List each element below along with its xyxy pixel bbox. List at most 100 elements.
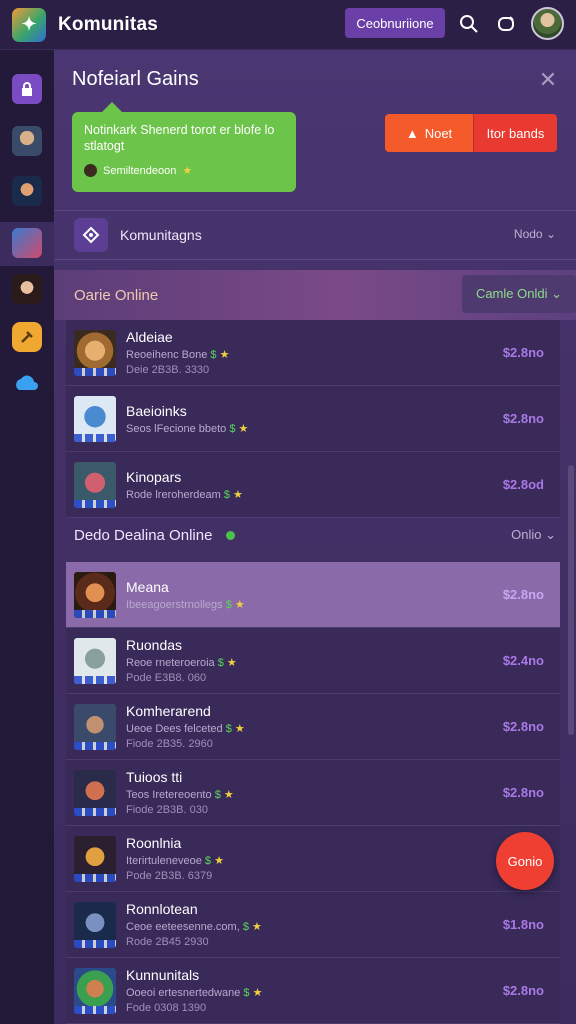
section-title: Dedo Dealina Online: [74, 526, 213, 544]
diamond-icon: [74, 218, 108, 252]
game-subtitle-text: Ibeeagoerstrnollegs: [126, 598, 223, 611]
next-button[interactable]: ▲ Noet: [385, 114, 473, 152]
game-thumbnail: [74, 769, 116, 816]
game-name: Kinopars: [126, 468, 182, 485]
game-meta: Fiode 2B35. 2960: [126, 738, 213, 750]
section-filter-dropdown[interactable]: Onlio ⌄: [511, 527, 556, 543]
game-row-text: Kunnunitals Ooeoi ertesnertedwane $ ★ Fo…: [126, 967, 262, 1014]
section-header-online-2[interactable]: Dedo Dealina Online Onlio ⌄: [54, 510, 576, 560]
chat-icon[interactable]: [494, 12, 518, 36]
user-avatar[interactable]: [531, 7, 564, 40]
game-row-text: Ruondas Reoe rneteroeroia $ ★ Pode E3B8.…: [126, 637, 237, 684]
game-avatar-3-icon[interactable]: [12, 228, 42, 258]
game-row[interactable]: Kunnunitals Ooeoi ertesnertedwane $ ★ Fo…: [66, 958, 560, 1024]
game-price: $2.8no: [502, 719, 544, 734]
game-meta: Fode 0308 1390: [126, 1002, 207, 1014]
lock-icon[interactable]: [12, 74, 42, 104]
game-subtitle: Seos lFecione bbeto $ ★: [126, 422, 248, 435]
game-avatar-1-icon[interactable]: [12, 126, 42, 156]
badge-icon: $: [210, 349, 217, 361]
game-row[interactable]: Komherarend Ueoe Dees felceted $ ★ Fiode…: [66, 694, 560, 760]
game-subtitle: Ceoe eeteesenne.com, $ ★: [126, 920, 262, 933]
community-row[interactable]: Komunitagns Nodo ⌄: [54, 210, 576, 260]
cloud-icon[interactable]: [12, 368, 42, 398]
game-thumbnail: [74, 571, 116, 618]
game-subtitle-text: Seos lFecione bbeto: [126, 422, 227, 435]
close-icon[interactable]: ✕: [538, 69, 558, 91]
search-icon[interactable]: [457, 12, 481, 36]
panel-title: Nofeiarl Gains: [72, 68, 199, 90]
app-title: Komunitas: [58, 13, 158, 35]
chevron-down-icon: ⌄: [551, 286, 562, 301]
game-row[interactable]: Tuioos tti Teos Iretereoento $ ★ Fiode 2…: [66, 760, 560, 826]
flame-icon: ▲: [405, 125, 419, 141]
game-name: Komherarend: [126, 703, 211, 719]
section-filter-dropdown[interactable]: Camle Onldi ⌄: [461, 275, 576, 313]
game-thumbnail: [74, 461, 116, 508]
game-subtitle: Ooeoi ertesnertedwane $ ★: [126, 986, 262, 999]
game-list-1: Aldeiae Reoeihenc Bone $ ★ Deie 2B3B. 33…: [66, 320, 560, 518]
left-rail: [0, 50, 54, 1024]
game-row[interactable]: Ruondas Reoe rneteroeroia $ ★ Pode E3B8.…: [66, 628, 560, 694]
game-thumbnail: [74, 395, 116, 442]
community-dropdown-label: Nodo: [513, 227, 543, 241]
star-icon: ★: [182, 165, 193, 177]
game-avatar-4-icon[interactable]: [12, 274, 42, 304]
game-subtitle: Ueoe Dees felceted $ ★: [126, 722, 245, 735]
game-subtitle: Ibeeagoerstrnollegs $ ★: [126, 598, 245, 611]
game-price: $2.8od: [502, 477, 544, 492]
game-thumbnail: [74, 901, 116, 948]
game-row[interactable]: Baeioinks Seos lFecione bbeto $ ★ $2.8no: [66, 386, 560, 452]
game-price: $1.8no: [502, 917, 544, 932]
game-row[interactable]: Meana Ibeeagoerstrnollegs $ ★ $2.8no: [66, 562, 560, 628]
star-icon: ★: [238, 422, 249, 435]
game-name: Ruondas: [126, 637, 183, 653]
game-meta: Pode E3B8. 060: [126, 672, 207, 684]
game-row-text: Komherarend Ueoe Dees felceted $ ★ Fiode…: [126, 703, 245, 750]
game-row-text: Tuioos tti Teos Iretereoento $ ★ Fiode 2…: [126, 769, 234, 816]
game-avatar-2-icon[interactable]: [12, 176, 42, 206]
star-icon: ★: [214, 855, 224, 867]
top-bar: ✦ Komunitas Ceobnuriione: [0, 0, 576, 50]
game-price: $2.8no: [502, 785, 544, 800]
tooltip-card[interactable]: Notinkark Shenerd torot er blofe lo stla…: [72, 102, 296, 192]
game-subtitle: Reoeihenc Bone $ ★: [126, 348, 229, 361]
game-price: $2.8no: [502, 345, 544, 360]
bands-button[interactable]: Itor bands: [473, 114, 557, 152]
floating-action-button[interactable]: Gonio: [496, 832, 554, 890]
top-action-button[interactable]: Ceobnuriione: [345, 8, 445, 38]
game-row[interactable]: Aldeiae Reoeihenc Bone $ ★ Deie 2B3B. 33…: [66, 320, 560, 386]
notification-panel: Nofeiarl Gains ✕ Notinkark Shenerd torot…: [54, 50, 576, 1024]
badge-icon: $: [217, 657, 224, 669]
game-thumbnail: [74, 835, 116, 882]
game-thumbnail: [74, 329, 116, 376]
game-subtitle: Reoe rneteroeroia $ ★: [126, 656, 237, 669]
game-thumbnail: [74, 637, 116, 684]
badge-icon: $: [223, 488, 230, 501]
badge-icon: $: [229, 422, 236, 435]
game-row[interactable]: Ronnlotean Ceoe eeteesenne.com, $ ★ Rode…: [66, 892, 560, 958]
game-row[interactable]: Roonlnia Iterirtuleneveoe $ ★ Pode 2B3B.…: [66, 826, 560, 892]
badge-icon: $: [242, 921, 249, 933]
game-name: Baeioinks: [126, 402, 187, 419]
game-row-text: Baeioinks Seos lFecione bbeto $ ★: [126, 403, 248, 435]
game-subtitle-text: Ooeoi ertesnertedwane: [126, 987, 241, 999]
game-name: Tuioos tti: [126, 769, 183, 785]
game-name: Kunnunitals: [126, 967, 200, 983]
pickaxe-icon[interactable]: [12, 322, 42, 352]
badge-icon: $: [225, 598, 232, 611]
community-dropdown[interactable]: Nodo ⌄: [514, 227, 556, 241]
chevron-down-icon: ⌄: [545, 227, 556, 241]
section-filter-label: Onlio: [511, 527, 542, 542]
game-subtitle-text: Ceoe eeteesenne.com,: [126, 921, 240, 933]
game-price: $2.8no: [502, 587, 544, 602]
scrollbar[interactable]: [568, 465, 574, 735]
section-header-online[interactable]: Oarie Online Camle Onldi ⌄: [54, 270, 576, 320]
app-logo-icon[interactable]: ✦: [12, 7, 46, 42]
star-icon: ★: [234, 723, 245, 735]
game-subtitle-text: Reoe rneteroeroia: [126, 657, 215, 669]
game-row[interactable]: Kinopars Rode lreroherdeam $ ★ $2.8od: [66, 452, 560, 518]
game-price: $2.4no: [502, 653, 544, 668]
game-thumbnail: [74, 967, 116, 1014]
game-subtitle-text: Iterirtuleneveoe: [126, 855, 202, 867]
